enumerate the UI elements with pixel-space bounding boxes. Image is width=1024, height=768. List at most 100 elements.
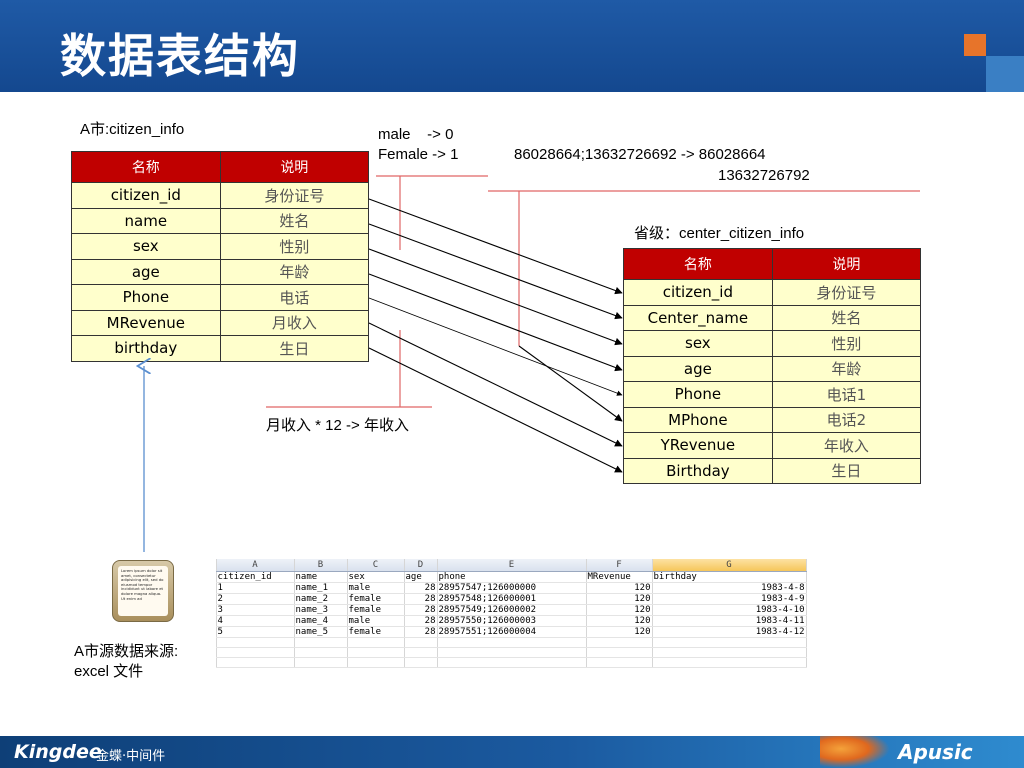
sheet-cell[interactable]: 3 [216, 604, 295, 616]
field-desc: 年龄 [771, 355, 922, 382]
sheet-cell[interactable]: 28 [404, 582, 438, 594]
sheet-row-empty [216, 657, 807, 668]
sheet-row: 5 name_5 female 28 28957551;126000004 12… [216, 626, 807, 638]
field-desc: 月收入 [219, 309, 370, 336]
table-header-row: 名称 说明 [71, 151, 370, 183]
map-arrow-age [368, 273, 623, 372]
field-desc: 年收入 [771, 432, 922, 459]
sheet-cell[interactable]: 120 [586, 604, 653, 616]
table-row: citizen_id 身份证号 [71, 182, 370, 209]
sheet-cell[interactable]: female [347, 593, 405, 605]
table-row: sex 性别 [623, 330, 922, 357]
sheet-cell[interactable]: male [347, 582, 405, 594]
field-name: sex [71, 233, 221, 260]
sheet-cell[interactable]: birthday [652, 571, 807, 583]
sheet-cell[interactable]: 28 [404, 615, 438, 627]
sheet-cell[interactable]: 28 [404, 626, 438, 638]
column-header: 说明 [219, 151, 370, 183]
field-desc: 年龄 [219, 258, 370, 285]
sheet-cell[interactable]: citizen_id [216, 571, 295, 583]
excel-document-icon: Lorem ipsum dolor sit amet, consectetur … [112, 560, 174, 622]
sheet-row: 3 name_3 female 28 28957549;126000002 12… [216, 604, 807, 616]
field-desc: 电话2 [771, 406, 922, 433]
sheet-cell[interactable]: 28957549;126000002 [437, 604, 587, 616]
table-row: Phone 电话 [71, 284, 370, 311]
field-desc: 姓名 [771, 304, 922, 331]
province-citizen-table: 名称 说明 citizen_id 身份证号 Center_name 姓名 sex 性别… [623, 248, 922, 484]
field-name: Phone [71, 284, 221, 311]
sheet-column-letter-selected[interactable]: G [652, 559, 807, 572]
sheet-column-letter[interactable]: D [404, 559, 438, 572]
sheet-column-letter[interactable]: E [437, 559, 587, 572]
city-citizen-table: 名称 说明 citizen_id 身份证号 name 姓名 sex 性别 age 年龄 … [71, 151, 370, 362]
sheet-column-letter[interactable]: B [294, 559, 348, 572]
sheet-row-empty [216, 647, 807, 658]
sheet-cell[interactable]: name [294, 571, 348, 583]
field-desc: 身份证号 [219, 182, 370, 209]
sheet-cell[interactable]: male [347, 615, 405, 627]
sheet-cell[interactable]: 2 [216, 593, 295, 605]
sheet-cell[interactable]: 28 [404, 593, 438, 605]
column-header: 名称 [71, 151, 221, 183]
sheet-cell[interactable]: 1983-4-10 [652, 604, 807, 616]
sheet-cell[interactable]: name_2 [294, 593, 348, 605]
sheet-cell[interactable]: 1 [216, 582, 295, 594]
sheet-cell[interactable]: 120 [586, 593, 653, 605]
table-row: MRevenue 月收入 [71, 309, 370, 336]
sheet-cell[interactable]: name_5 [294, 626, 348, 638]
apusic-logo: Apusic [898, 740, 973, 764]
field-desc: 生日 [219, 335, 370, 362]
map-arrow-phone-1 [368, 297, 623, 396]
city-table-title: A市:citizen_info [80, 121, 185, 138]
sheet-cell[interactable]: MRevenue [586, 571, 653, 583]
sheet-cell[interactable]: 28 [404, 604, 438, 616]
sheet-cell[interactable]: female [347, 626, 405, 638]
sheet-cell[interactable]: phone [437, 571, 587, 583]
map-arrow-name [368, 223, 623, 320]
map-arrow-birthday [368, 347, 623, 473]
sheet-cell[interactable]: name_1 [294, 582, 348, 594]
sheet-cell[interactable]: 28957550;126000003 [437, 615, 587, 627]
sheet-cell[interactable]: 120 [586, 615, 653, 627]
sheet-column-header-row: A B C D E F G [216, 559, 807, 572]
sheet-cell[interactable]: 28957551;126000004 [437, 626, 587, 638]
sheet-cell[interactable]: 1983-4-11 [652, 615, 807, 627]
sheet-column-letter[interactable]: C [347, 559, 405, 572]
sheet-cell[interactable]: name_3 [294, 604, 348, 616]
revenue-rule: 月收入 * 12 -> 年收入 [266, 417, 409, 434]
sheet-cell[interactable]: female [347, 604, 405, 616]
table-row: Phone 电话1 [623, 381, 922, 408]
sheet-row-empty [216, 637, 807, 648]
sheet-cell[interactable]: 1983-4-8 [652, 582, 807, 594]
field-name: birthday [71, 335, 221, 362]
field-desc: 电话1 [771, 381, 922, 408]
sheet-cell[interactable]: 5 [216, 626, 295, 638]
map-arrow-sex [368, 248, 623, 346]
sheet-cell[interactable]: 120 [586, 626, 653, 638]
sheet-cell[interactable]: 28957548;126000001 [437, 593, 587, 605]
sheet-cell[interactable]: 1983-4-12 [652, 626, 807, 638]
sheet-row: 1 name_1 male 28 28957547;126000000 120 … [216, 582, 807, 594]
sheet-cell[interactable]: 120 [586, 582, 653, 594]
field-name: YRevenue [623, 432, 773, 459]
field-name: citizen_id [623, 279, 773, 306]
source-label-line1: A市源数据来源: [74, 643, 179, 660]
sheet-cell[interactable]: name_4 [294, 615, 348, 627]
sheet-row: 2 name_2 female 28 28957548;126000001 12… [216, 593, 807, 605]
page-title: 数据表结构 [60, 29, 300, 83]
table-row: sex 性别 [71, 233, 370, 260]
field-desc: 性别 [771, 330, 922, 357]
table-row: birthday 生日 [71, 335, 370, 362]
sheet-cell[interactable]: age [404, 571, 438, 583]
sheet-column-letter[interactable]: A [216, 559, 295, 572]
sheet-column-letter[interactable]: F [586, 559, 653, 572]
column-header: 说明 [771, 248, 922, 280]
field-name: sex [623, 330, 773, 357]
sheet-cell[interactable]: 4 [216, 615, 295, 627]
sheet-cell[interactable]: 28957547;126000000 [437, 582, 587, 594]
sheet-cell[interactable]: 1983-4-9 [652, 593, 807, 605]
excel-sheet-preview: A B C D E F G citizen_id name sex age ph… [216, 559, 807, 679]
field-desc: 性别 [219, 233, 370, 260]
decor-square-orange [964, 34, 986, 56]
sheet-cell[interactable]: sex [347, 571, 405, 583]
